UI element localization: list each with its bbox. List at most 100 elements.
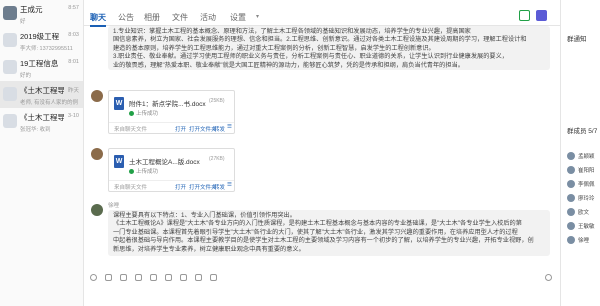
members-title: 群成员 5/7 [567, 128, 598, 135]
word-file-icon: W [114, 155, 124, 168]
group-info-panel: 群通知 群成员 5/7 孟颖颖 崔阳阳 李佩佩 廖玲玲 欧文 王敏敏 徐哩 [560, 0, 600, 306]
chat-messages: 1.专业知识：掌握土木工程的基本概念、原理和方法，了解土木工程各领域的基础知识和… [84, 26, 560, 273]
member-item[interactable]: 徐哩 [567, 235, 600, 245]
forward-button[interactable]: 转发 [214, 183, 225, 191]
file-name: 附件1：新点学院...书.docx [129, 101, 206, 108]
message-bubble: 课程主要具有以下特点：1、专业入门基础课，价值引领作用突出。 《土木工程概论A》… [108, 210, 550, 256]
announcement-title: 群通知 [567, 36, 587, 43]
sender-name: 徐哩 [108, 203, 120, 209]
member-item[interactable]: 崔阳阳 [567, 165, 600, 175]
file-card-footer: 来自聊天文件 打开 打开文件夹 转发 ☰ [109, 122, 234, 133]
upload-status: 上传成功 [129, 109, 158, 117]
conversation-item[interactable]: 19工程信息 好的 8:01 [0, 54, 83, 81]
avatar [567, 236, 575, 244]
chat-header: 聊天 公告 相册 文件 活动 设置 ▾ [84, 0, 560, 27]
file-card[interactable]: W 附件1：新点学院...书.docx (25KB) 上传成功 来自聊天文件 打… [108, 90, 235, 134]
message-input[interactable] [84, 285, 560, 306]
file-source: 来自聊天文件 [114, 185, 148, 191]
tab-announcement[interactable]: 公告 [118, 12, 134, 23]
screen-icon[interactable] [165, 274, 172, 281]
avatar [567, 194, 575, 202]
open-button[interactable]: 打开 [175, 125, 186, 133]
tab-activity[interactable]: 活动 [200, 12, 216, 23]
avatar[interactable] [91, 204, 103, 216]
conversation-item[interactable]: 王成元好 8:57 [0, 0, 83, 27]
message-line: 国信息素养，树立为国家、社会发展服务的理想、信念和担当。2.工程思维、创新意识。… [113, 36, 527, 44]
forward-button[interactable]: 转发 [214, 125, 225, 133]
tab-album[interactable]: 相册 [144, 12, 160, 23]
conversation-time: 8:01 [68, 59, 79, 65]
more-icon[interactable]: ☰ [227, 124, 232, 130]
gif-icon[interactable] [105, 274, 112, 281]
check-icon [129, 111, 134, 117]
conversation-name: 《土木工程导论》 [20, 113, 64, 122]
avatar [567, 222, 575, 230]
avatar [3, 33, 17, 47]
avatar [567, 180, 575, 188]
conversation-preview: 老师, 有没有人家的的例子 [20, 100, 78, 106]
member-item[interactable]: 欧文 [567, 207, 600, 217]
history-icon[interactable] [545, 274, 552, 281]
more-icon[interactable]: ☰ [227, 182, 232, 188]
phone-icon[interactable] [519, 10, 530, 21]
avatar [567, 152, 575, 160]
conversation-name: 19工程信息 [20, 59, 59, 68]
message-bubble: 1.专业知识：掌握土木工程的基本概念、原理和方法，了解土木工程各领域的基础知识和… [108, 26, 550, 70]
avatar [3, 114, 17, 128]
message-line: 《土木工程概论A》课程是"大土木"各专业方向的入门性质课程，是构建土木工程基本概… [113, 220, 522, 228]
conversation-item[interactable]: 2019级工程 李大师: 13732995511 8:03 [0, 27, 83, 54]
tab-settings[interactable]: 设置 [230, 12, 246, 23]
tab-chat[interactable]: 聊天 [90, 12, 106, 27]
image-icon[interactable] [150, 274, 157, 281]
folder-icon[interactable] [135, 274, 142, 281]
conversation-time: 3-10 [67, 113, 79, 119]
input-toolbar [84, 273, 560, 285]
open-folder-button[interactable]: 打开文件夹 [189, 183, 217, 191]
avatar [567, 208, 575, 216]
voice-icon[interactable] [180, 274, 187, 281]
conversation-preview: 好的 [20, 73, 32, 79]
open-folder-button[interactable]: 打开文件夹 [189, 125, 217, 133]
avatar [3, 60, 17, 74]
file-name: 土木工程概论A...版.docx [129, 159, 200, 166]
file-card-footer: 来自聊天文件 打开 打开文件夹 转发 ☰ [109, 180, 234, 191]
emoji-icon[interactable] [90, 274, 97, 281]
conversation-preview: 张冠华: 收到 [20, 127, 51, 133]
member-item[interactable]: 廖玲玲 [567, 193, 600, 203]
open-button[interactable]: 打开 [175, 183, 186, 191]
video-icon[interactable] [536, 10, 547, 21]
avatar [3, 87, 17, 101]
message-line: 3.职业责任、敬业奉献。通过学习使用工程师的职业义务与责任，分析工程案例与责任心… [113, 53, 508, 61]
conversation-preview: 好 [20, 19, 26, 25]
file-source: 来自聊天文件 [114, 127, 148, 133]
mic-icon[interactable] [195, 274, 202, 281]
more-tools-icon[interactable] [210, 274, 217, 281]
conversation-item[interactable]: 《土木工程导论》张冠华: 收到 3-10 [0, 108, 83, 135]
message-line: 业的敬畏感，理解"热爱本职、敬业奉献"就是大国工匠精神的源动力，能够匠心筑梦，凭… [113, 61, 464, 69]
scissors-icon[interactable] [120, 274, 127, 281]
conversation-name: 王成元 [20, 5, 43, 14]
avatar [567, 166, 575, 174]
member-item[interactable]: 孟颖颖 [567, 151, 600, 161]
settings-chevron-icon[interactable]: ▾ [256, 13, 259, 20]
conversation-item[interactable]: 《土木工程导论》老师, 有没有人家的的例子 昨天 [0, 81, 83, 108]
tab-files[interactable]: 文件 [172, 12, 188, 23]
message-line: 一门专业基础课。本课程首先着眼引导学生"大土木"各行业的大门，使其了解"大土木"… [113, 228, 518, 236]
avatar[interactable] [91, 148, 103, 160]
word-file-icon: W [114, 97, 124, 110]
message-line: 中起着很基础与导向作用。本课程主要教学目的是使学生对土木工程的主要领域及学习内容… [113, 237, 534, 245]
upload-status: 上传成功 [129, 167, 158, 175]
conversation-name: 《土木工程导论》 [20, 86, 64, 95]
member-item[interactable]: 王敏敏 [567, 221, 600, 231]
check-icon [129, 169, 134, 175]
conversation-time: 昨天 [67, 88, 79, 94]
conversation-time: 8:57 [68, 5, 79, 11]
file-size: (27KB) [209, 156, 225, 162]
member-item[interactable]: 李佩佩 [567, 179, 600, 189]
avatar[interactable] [91, 90, 103, 102]
avatar [3, 6, 17, 20]
conversation-list: 王成元好 8:57 2019级工程 李大师: 13732995511 8:03 19工程信… [0, 0, 84, 306]
file-card[interactable]: W 土木工程概论A...版.docx (27KB) 上传成功 来自聊天文件 打开… [108, 148, 235, 192]
conversation-name: 2019级工程 [20, 32, 60, 41]
message-line: 建造的基本原则，培养学生的工程思维能力，通过对重大工程案例的分析，创新工程智慧，… [113, 44, 435, 52]
